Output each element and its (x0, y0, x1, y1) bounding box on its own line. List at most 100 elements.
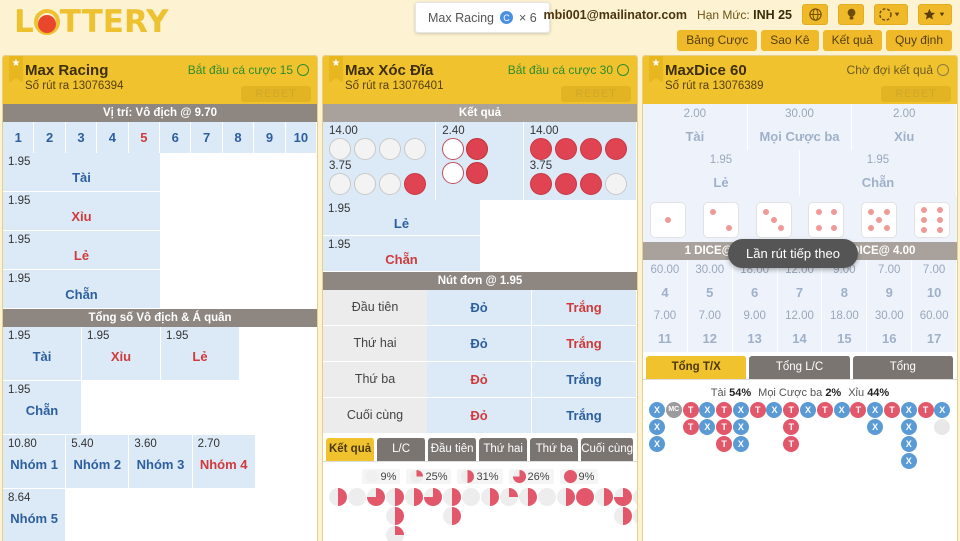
bead-t[interactable]: T (816, 402, 833, 418)
bead-x[interactable]: X (699, 419, 716, 435)
panel2-tab-1[interactable]: L/C (377, 438, 427, 461)
bead-m[interactable]: MC (665, 402, 682, 418)
nut-option-left[interactable]: Đỏ (427, 398, 532, 433)
dice-total-cell-14[interactable]: 12.00 14 (778, 306, 823, 352)
panel2-tab-5[interactable]: Cuối cùng (581, 438, 635, 461)
bead-t[interactable]: T (850, 402, 867, 418)
panel1-number-2[interactable]: 2 (34, 122, 66, 153)
globe-language-icon[interactable] (802, 4, 828, 25)
bead-x[interactable]: X (649, 419, 665, 435)
pie-cell[interactable] (424, 488, 442, 506)
bet-cell-Xỉu[interactable]: 2.00 Xỉu (852, 104, 957, 150)
nut-option-right[interactable]: Trắng (532, 398, 637, 433)
bead-x[interactable]: X (649, 436, 665, 452)
bet-cell-Mọi Cược ba[interactable]: 30.00 Mọi Cược ba (748, 104, 853, 150)
pie-cell[interactable] (614, 507, 632, 525)
pie-cell[interactable] (386, 507, 404, 525)
die-face-2[interactable] (702, 202, 739, 238)
bet-cell-Tài[interactable]: 1.95 Tài (3, 327, 82, 381)
bet-cell-Chẵn[interactable]: 1.95 Chẵn (800, 150, 957, 196)
bead-x[interactable]: X (800, 402, 817, 418)
bead-x[interactable]: X (699, 402, 716, 418)
bet-cell-Nhóm 3[interactable]: 3.60 Nhóm 3 (129, 435, 193, 489)
dice-total-cell-9[interactable]: 7.00 9 (867, 260, 913, 306)
panel2-tab-4[interactable]: Thứ ba (530, 438, 580, 461)
bead-x[interactable]: X (766, 402, 783, 418)
nut-option-right[interactable]: Trắng (532, 290, 637, 325)
bead-t[interactable]: T (749, 402, 766, 418)
pie-cell[interactable] (367, 488, 385, 506)
bead-t[interactable]: T (716, 419, 733, 435)
bet-cell-Lẻ[interactable]: 1.95 Lẻ (323, 200, 481, 236)
pie-cell[interactable] (443, 507, 461, 525)
pie-cell[interactable] (595, 488, 613, 506)
pie-cell[interactable] (614, 488, 632, 506)
dice-total-cell-13[interactable]: 9.00 13 (733, 306, 778, 352)
nut-option-left[interactable]: Đỏ (427, 326, 532, 361)
bead-x[interactable]: X (833, 402, 850, 418)
bead-x[interactable]: X (732, 419, 749, 435)
pie-cell[interactable] (538, 488, 556, 506)
panel2-tab-2[interactable]: Đầu tiên (428, 438, 478, 461)
panel3-tab-1[interactable]: Tổng L/C (749, 356, 851, 379)
bet-cell-Xỉu[interactable]: 1.95 Xỉu (3, 192, 161, 231)
bead-t[interactable]: T (682, 419, 699, 435)
panel2-tab-3[interactable]: Thứ hai (479, 438, 529, 461)
panel2-tab-0[interactable]: Kết quả (326, 438, 376, 461)
pie-cell[interactable] (557, 488, 575, 506)
bead-e[interactable] (934, 419, 951, 435)
bet-cell-Xỉu[interactable]: 1.95 Xỉu (82, 327, 161, 381)
bet-cell-Tài[interactable]: 2.00 Tài (643, 104, 748, 150)
bead-t[interactable]: T (917, 402, 934, 418)
dice-total-cell-16[interactable]: 30.00 16 (867, 306, 913, 352)
die-face-1[interactable] (650, 202, 686, 238)
coin-group-left[interactable]: 14.00 3.75 (323, 122, 437, 200)
pie-cell[interactable] (633, 507, 637, 525)
pie-cell[interactable] (329, 488, 347, 506)
panel1-number-5[interactable]: 5 (129, 122, 161, 153)
panel1-number-3[interactable]: 3 (66, 122, 98, 153)
pie-cell[interactable] (348, 488, 366, 506)
bead-t[interactable]: T (883, 402, 900, 418)
bead-x[interactable]: X (900, 453, 917, 469)
pie-cell[interactable] (481, 488, 499, 506)
panel1-number-9[interactable]: 9 (254, 122, 286, 153)
panel3-tab-2[interactable]: Tổng (852, 356, 954, 379)
die-face-3[interactable] (755, 202, 792, 238)
nav-btn-quy-dinh[interactable]: Quy định (885, 30, 952, 51)
bead-t[interactable]: T (783, 436, 800, 452)
dice-total-cell-11[interactable]: 7.00 11 (643, 306, 688, 352)
bead-x[interactable]: X (649, 402, 665, 418)
bet-cell-Lẻ[interactable]: 1.95 Lẻ (643, 150, 800, 196)
bet-cell-Chẵn[interactable]: 1.95 Chẵn (323, 236, 481, 272)
nav-btn-bang-cuoc[interactable]: Bảng Cược (677, 30, 758, 51)
bet-cell-Lẻ[interactable]: 1.95 Lẻ (3, 231, 161, 270)
die-face-4[interactable] (808, 202, 845, 238)
bead-x[interactable]: X (900, 402, 917, 418)
bet-cell-Nhóm 5[interactable]: 8.64 Nhóm 5 (3, 489, 67, 541)
nav-btn-sao-ke[interactable]: Sao Kê (761, 30, 819, 51)
bet-cell-Tài[interactable]: 1.95 Tài (3, 153, 161, 192)
star-favorites-icon[interactable] (918, 4, 952, 25)
bead-x[interactable]: X (867, 402, 884, 418)
panel2-rebet-button[interactable]: REBET (561, 86, 631, 102)
pie-cell[interactable] (576, 488, 594, 506)
nut-option-right[interactable]: Trắng (532, 326, 637, 361)
dice-total-cell-12[interactable]: 7.00 12 (688, 306, 733, 352)
bet-cell-Lẻ[interactable]: 1.95 Lẻ (161, 327, 240, 381)
dice-total-cell-17[interactable]: 60.00 17 (912, 306, 957, 352)
bet-cell-Chẵn[interactable]: 1.95 Chẵn (3, 270, 161, 309)
pie-cell[interactable] (519, 488, 537, 506)
panel1-number-4[interactable]: 4 (97, 122, 129, 153)
die-face-6[interactable] (913, 202, 950, 238)
panel3-rebet-button[interactable]: REBET (881, 86, 951, 102)
bead-t[interactable]: T (716, 402, 733, 418)
dice-total-cell-5[interactable]: 30.00 5 (688, 260, 733, 306)
nav-btn-ket-qua[interactable]: Kết quả (822, 30, 882, 51)
dice-total-cell-10[interactable]: 7.00 10 (912, 260, 957, 306)
bet-cell-Nhóm 2[interactable]: 5.40 Nhóm 2 (66, 435, 130, 489)
pie-cell[interactable] (386, 526, 404, 541)
panel1-number-10[interactable]: 10 (286, 122, 317, 153)
dice-total-cell-15[interactable]: 18.00 15 (822, 306, 868, 352)
bet-cell-Nhóm 4[interactable]: 2.70 Nhóm 4 (192, 435, 256, 489)
